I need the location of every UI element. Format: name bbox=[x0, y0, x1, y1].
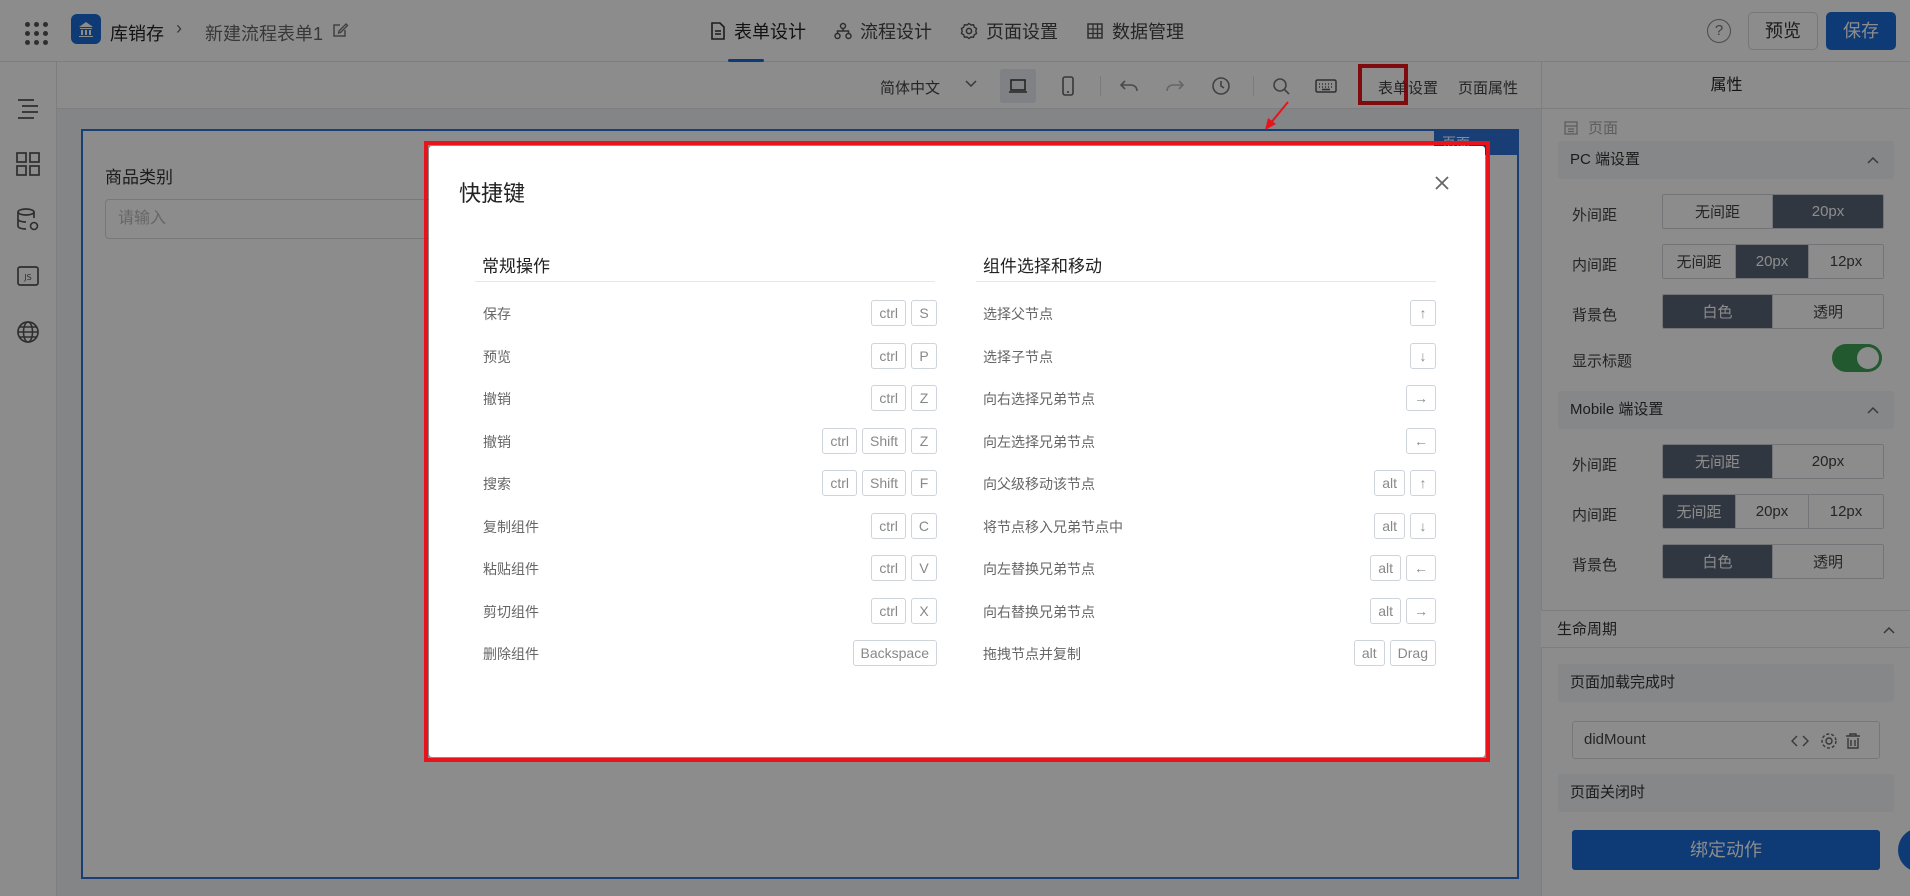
dialog-title: 快捷键 bbox=[459, 181, 526, 206]
keycap: Z bbox=[911, 385, 937, 411]
key-combo: alt → bbox=[1370, 597, 1436, 624]
keycap: ← bbox=[1406, 427, 1436, 454]
keycap: ctrl bbox=[822, 427, 857, 454]
key-combo: ctrl C bbox=[871, 512, 937, 539]
shortcut-row: 拖拽节点并复制 alt Drag bbox=[983, 640, 1436, 666]
key-combo: ctrl S bbox=[871, 300, 937, 326]
keycap: ← bbox=[1406, 555, 1436, 581]
shortcut-label: 预览 bbox=[483, 348, 511, 365]
shortcut-label: 选择父节点 bbox=[983, 306, 1053, 322]
shortcut-row: 复制组件 ctrl C bbox=[483, 512, 937, 539]
keycap: F bbox=[911, 470, 937, 496]
key-combo: ctrl V bbox=[871, 555, 937, 581]
shortcut-label: 将节点移入兄弟节点中 bbox=[983, 518, 1123, 535]
key-combo: ctrl Shift Z bbox=[822, 427, 937, 454]
shortcut-row: 向右替换兄弟节点 alt → bbox=[983, 597, 1436, 624]
keycap: Drag bbox=[1389, 640, 1436, 666]
shortcut-row: 粘贴组件 ctrl V bbox=[483, 555, 937, 581]
keycap: ↓ bbox=[1410, 342, 1436, 369]
shortcut-label: 撤销 bbox=[483, 391, 511, 407]
shortcut-row: 向左选择兄弟节点 ← bbox=[983, 427, 1436, 454]
keycap: alt bbox=[1374, 470, 1405, 496]
shortcut-label: 复制组件 bbox=[483, 518, 539, 535]
keycap: alt bbox=[1353, 640, 1385, 666]
key-combo: → bbox=[1406, 385, 1436, 411]
key-combo: alt ↓ bbox=[1374, 512, 1436, 539]
keycap: X bbox=[911, 597, 937, 624]
key-combo: ← bbox=[1406, 427, 1436, 454]
keycap: Backspace bbox=[852, 640, 937, 666]
keycap: alt bbox=[1374, 512, 1405, 539]
shortcut-row: 选择子节点 ↓ bbox=[983, 342, 1436, 369]
shortcuts-dialog: 快捷键 常规操作 组件选择和移动 保存 ctrl S 预览 ctrl P 撤销 ctrl Z 撤销… bbox=[429, 146, 1485, 757]
keycap: Z bbox=[911, 427, 937, 454]
keycap: ctrl bbox=[871, 342, 906, 369]
keycap: S bbox=[911, 300, 937, 326]
keycap: ↑ bbox=[1410, 300, 1436, 326]
shortcut-row: 删除组件 Backspace bbox=[483, 640, 937, 666]
shortcut-label: 搜索 bbox=[483, 476, 511, 492]
shortcut-label: 向左选择兄弟节点 bbox=[983, 433, 1095, 450]
shortcut-label: 粘贴组件 bbox=[483, 561, 539, 577]
keycap: ↑ bbox=[1410, 470, 1436, 496]
key-combo: alt ↑ bbox=[1374, 470, 1436, 496]
keycap: ↓ bbox=[1410, 512, 1436, 539]
keycap: → bbox=[1406, 597, 1436, 624]
shortcut-label: 向左替换兄弟节点 bbox=[983, 561, 1095, 577]
close-icon[interactable] bbox=[1428, 169, 1456, 197]
divider bbox=[976, 281, 1436, 282]
keycap: P bbox=[911, 342, 937, 369]
keycap: ctrl bbox=[871, 385, 906, 411]
keycap: V bbox=[911, 555, 937, 581]
general-ops-title: 常规操作 bbox=[482, 257, 550, 276]
shortcut-row: 保存 ctrl S bbox=[483, 300, 937, 326]
shortcut-row: 选择父节点 ↑ bbox=[983, 300, 1436, 326]
shortcut-row: 预览 ctrl P bbox=[483, 342, 937, 369]
shortcut-row: 搜索 ctrl Shift F bbox=[483, 470, 937, 496]
shortcut-label: 剪切组件 bbox=[483, 603, 539, 620]
shortcut-row: 撤销 ctrl Shift Z bbox=[483, 427, 937, 454]
shortcut-label: 选择子节点 bbox=[983, 348, 1053, 365]
shortcut-label: 保存 bbox=[483, 306, 511, 322]
shortcut-row: 剪切组件 ctrl X bbox=[483, 597, 937, 624]
shortcut-row: 撤销 ctrl Z bbox=[483, 385, 937, 411]
keycap: → bbox=[1406, 385, 1436, 411]
divider bbox=[475, 281, 935, 282]
keycap: ctrl bbox=[871, 555, 906, 581]
key-combo: ↑ bbox=[1410, 300, 1436, 326]
key-combo: alt Drag bbox=[1353, 640, 1436, 666]
keycap: C bbox=[910, 512, 937, 539]
keycap: Shift bbox=[861, 470, 906, 496]
key-combo: ctrl P bbox=[871, 342, 937, 369]
keycap: alt bbox=[1370, 555, 1401, 581]
key-combo: ↓ bbox=[1410, 342, 1436, 369]
shortcut-row: 向左替换兄弟节点 alt ← bbox=[983, 555, 1436, 581]
key-combo: Backspace bbox=[852, 640, 937, 666]
shortcut-row: 将节点移入兄弟节点中 alt ↓ bbox=[983, 512, 1436, 539]
key-combo: ctrl Z bbox=[871, 385, 937, 411]
shortcut-row: 向父级移动该节点 alt ↑ bbox=[983, 470, 1436, 496]
shortcut-row: 向右选择兄弟节点 → bbox=[983, 385, 1436, 411]
keycap: Shift bbox=[861, 427, 906, 454]
shortcut-label: 向右选择兄弟节点 bbox=[983, 391, 1095, 407]
shortcut-label: 拖拽节点并复制 bbox=[983, 646, 1081, 662]
key-combo: ctrl X bbox=[871, 597, 937, 624]
keycap: ctrl bbox=[871, 512, 906, 539]
shortcut-label: 向父级移动该节点 bbox=[983, 476, 1095, 492]
key-combo: ctrl Shift F bbox=[822, 470, 937, 496]
shortcut-label: 撤销 bbox=[483, 433, 511, 450]
keycap: ctrl bbox=[871, 597, 906, 624]
keycap: ctrl bbox=[871, 300, 906, 326]
shortcut-label: 向右替换兄弟节点 bbox=[983, 603, 1095, 620]
key-combo: alt ← bbox=[1370, 555, 1436, 581]
keycap: alt bbox=[1370, 597, 1401, 624]
keycap: ctrl bbox=[822, 470, 857, 496]
shortcut-label: 删除组件 bbox=[483, 646, 539, 662]
node-ops-title: 组件选择和移动 bbox=[983, 257, 1102, 276]
